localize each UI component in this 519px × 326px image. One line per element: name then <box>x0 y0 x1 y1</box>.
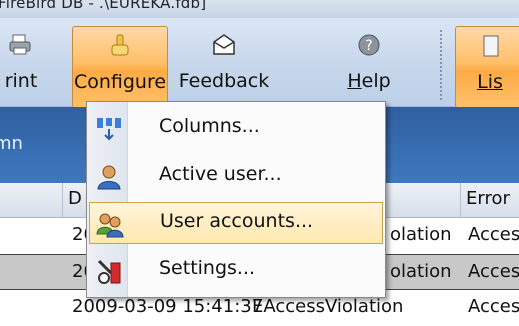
row-date: 2009-03-09 15:41:37 <box>72 296 264 317</box>
group-hint: mn <box>0 133 23 154</box>
columns-icon <box>97 118 121 141</box>
menu-item-user-accounts[interactable]: User accounts... <box>89 202 383 244</box>
menu-item-columns[interactable]: Columns... <box>89 108 383 150</box>
envelope-icon <box>213 34 235 55</box>
configure-label: Configure <box>73 71 167 93</box>
list-icon <box>483 35 499 57</box>
help-button[interactable]: ? Help <box>336 26 402 108</box>
print-button[interactable]: rint <box>0 26 52 108</box>
list-button[interactable]: Lis <box>455 26 519 108</box>
header-divider <box>62 183 63 217</box>
menu-item-active-user[interactable]: Active user... <box>89 156 383 198</box>
row-type: EAccessViolation <box>252 296 404 317</box>
error-column-header[interactable]: Error <box>466 188 510 209</box>
configure-icon <box>111 34 129 56</box>
svg-text:?: ? <box>365 38 372 54</box>
toolbar-separator <box>440 30 442 100</box>
row-type: olation <box>390 224 452 245</box>
help-label: Help <box>347 70 391 92</box>
menu-item-label: User accounts... <box>160 210 314 232</box>
title-bar: FireBird DB - .\EUREKA.fdb] <box>0 0 519 18</box>
print-label: rint <box>4 70 38 92</box>
configure-button[interactable]: Configure <box>72 26 168 108</box>
date-column-header[interactable]: D <box>68 188 82 209</box>
user-accounts-icon <box>96 213 124 238</box>
menu-item-label: Columns... <box>159 115 260 137</box>
feedback-button[interactable]: Feedback <box>170 26 278 108</box>
row-error: Acces <box>468 261 519 282</box>
menu-item-label: Settings... <box>159 257 256 279</box>
row-error: Acces <box>468 224 519 245</box>
header-divider <box>460 183 461 217</box>
list-label: Lis <box>477 71 503 93</box>
settings-icon <box>97 259 121 284</box>
printer-icon <box>9 34 31 55</box>
row-type: olation <box>390 261 452 282</box>
menu-item-label: Active user... <box>159 163 282 185</box>
window-title: FireBird DB - .\EUREKA.fdb] <box>0 0 207 12</box>
active-user-icon <box>97 165 121 190</box>
menu-item-settings[interactable]: Settings... <box>89 250 383 292</box>
feedback-label: Feedback <box>178 70 270 92</box>
row-error: Acces <box>468 296 519 317</box>
help-icon: ? <box>358 34 380 56</box>
configure-menu: Columns... Active user... User accounts.… <box>86 101 386 298</box>
toolbar: rint Configure Feedback ? Help Lis <box>0 18 519 108</box>
